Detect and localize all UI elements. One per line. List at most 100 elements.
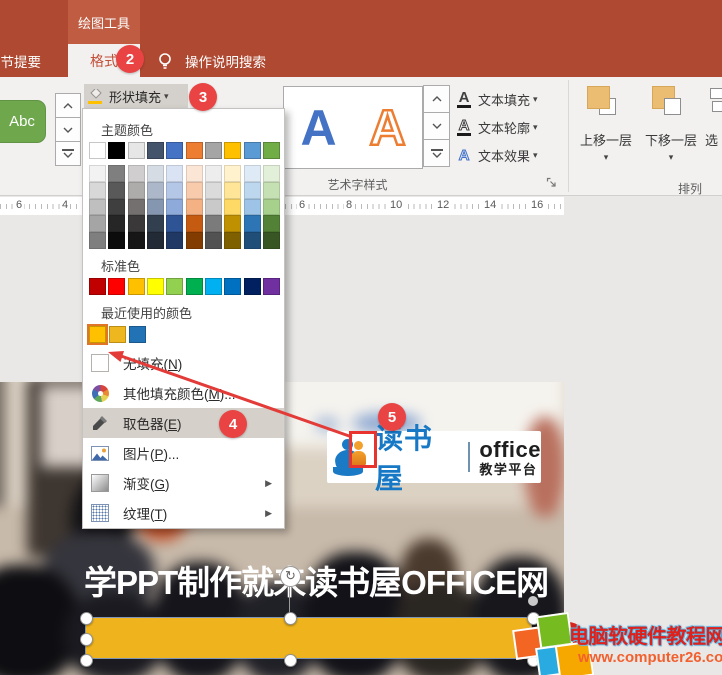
color-swatch[interactable] (89, 215, 106, 232)
color-swatch[interactable] (108, 232, 125, 249)
color-swatch[interactable] (263, 232, 280, 249)
color-swatch[interactable] (108, 142, 125, 159)
color-swatch[interactable] (128, 278, 145, 295)
color-swatch[interactable] (263, 199, 280, 216)
color-swatch[interactable] (166, 278, 183, 295)
color-swatch[interactable] (128, 182, 145, 199)
color-swatch[interactable] (186, 232, 203, 249)
color-swatch[interactable] (263, 182, 280, 199)
menu-item-more-fill-colors[interactable]: 其他填充颜色(M)... (83, 378, 284, 408)
color-swatch[interactable] (89, 165, 106, 182)
text-outline-button[interactable]: A 文本轮廓 ▾ (455, 114, 538, 141)
resize-handle-top-left[interactable] (80, 612, 93, 625)
wordart-style-blue[interactable]: A (300, 99, 336, 157)
wordart-dialog-launcher-icon[interactable] (546, 177, 557, 188)
color-swatch[interactable] (244, 182, 261, 199)
color-swatch[interactable] (224, 182, 241, 199)
color-swatch[interactable] (89, 232, 106, 249)
color-swatch[interactable] (244, 142, 261, 159)
color-swatch[interactable] (186, 142, 203, 159)
color-swatch[interactable] (147, 199, 164, 216)
color-swatch[interactable] (147, 182, 164, 199)
color-swatch[interactable] (166, 142, 183, 159)
color-swatch[interactable] (224, 142, 241, 159)
menu-item-texture[interactable]: 纹理(T) ▶ (83, 498, 284, 528)
color-swatch[interactable] (186, 182, 203, 199)
resize-handle-mid-left[interactable] (80, 633, 93, 646)
color-swatch[interactable] (89, 182, 106, 199)
color-swatch[interactable] (108, 278, 125, 295)
color-swatch[interactable] (89, 142, 106, 159)
color-swatch[interactable] (244, 278, 261, 295)
color-swatch[interactable] (186, 215, 203, 232)
shape-fill-button[interactable]: 形状填充 ▾ (84, 84, 188, 108)
tell-me-search[interactable]: 操作说明搜索 (185, 44, 266, 77)
color-swatch[interactable] (224, 215, 241, 232)
color-swatch[interactable] (224, 278, 241, 295)
color-swatch[interactable] (108, 199, 125, 216)
resize-handle-bottom-center[interactable] (284, 654, 297, 667)
scroll-down-button[interactable] (55, 117, 81, 142)
color-swatch[interactable] (205, 199, 222, 216)
color-swatch[interactable] (129, 326, 146, 343)
color-swatch[interactable] (244, 165, 261, 182)
color-swatch[interactable] (205, 182, 222, 199)
color-swatch[interactable] (205, 278, 222, 295)
text-effects-button[interactable]: A 文本效果 ▾ (455, 142, 538, 169)
color-swatch[interactable] (205, 142, 222, 159)
text-fill-button[interactable]: A 文本填充 ▾ (455, 86, 538, 113)
color-swatch[interactable] (263, 215, 280, 232)
resize-handle-top-center[interactable] (284, 612, 297, 625)
color-swatch[interactable] (224, 199, 241, 216)
color-swatch[interactable] (224, 232, 241, 249)
color-swatch[interactable] (263, 142, 280, 159)
tab-storyboard[interactable]: 情节提要 (0, 44, 41, 77)
wordart-gallery[interactable]: A A (283, 86, 423, 169)
color-swatch[interactable] (186, 278, 203, 295)
color-swatch[interactable] (128, 199, 145, 216)
color-swatch[interactable] (205, 215, 222, 232)
selected-yellow-shape[interactable] (85, 617, 532, 659)
color-swatch[interactable] (263, 278, 280, 295)
color-swatch[interactable] (108, 215, 125, 232)
wordart-style-orange[interactable]: A (369, 99, 405, 157)
color-swatch[interactable] (147, 165, 164, 182)
menu-item-no-fill[interactable]: 无填充(N) (83, 348, 284, 378)
color-swatch[interactable] (108, 165, 125, 182)
selection-pane-label[interactable]: 选 (705, 130, 718, 149)
color-swatch[interactable] (186, 199, 203, 216)
color-swatch[interactable] (89, 326, 106, 343)
color-swatch[interactable] (147, 232, 164, 249)
color-swatch[interactable] (128, 142, 145, 159)
gallery-more-button[interactable] (55, 141, 81, 166)
watermark-url[interactable]: www.computer26.com (578, 649, 722, 666)
color-swatch[interactable] (128, 165, 145, 182)
color-swatch[interactable] (128, 232, 145, 249)
rotation-handle[interactable]: ↻ (280, 566, 301, 587)
color-swatch[interactable] (263, 165, 280, 182)
send-backward-button[interactable]: 下移一层 ▾ (652, 86, 690, 124)
color-swatch[interactable] (147, 142, 164, 159)
color-swatch[interactable] (186, 165, 203, 182)
color-swatch[interactable] (244, 232, 261, 249)
color-swatch[interactable] (89, 278, 106, 295)
color-swatch[interactable] (244, 215, 261, 232)
color-swatch[interactable] (128, 215, 145, 232)
color-swatch[interactable] (108, 182, 125, 199)
color-swatch[interactable] (166, 165, 183, 182)
color-swatch[interactable] (166, 199, 183, 216)
scroll-up-button[interactable] (423, 85, 450, 113)
resize-handle-bottom-left[interactable] (80, 654, 93, 667)
color-swatch[interactable] (166, 182, 183, 199)
bring-forward-button[interactable]: 上移一层 ▾ (587, 86, 625, 124)
color-swatch[interactable] (89, 199, 106, 216)
color-swatch[interactable] (147, 278, 164, 295)
color-swatch[interactable] (205, 232, 222, 249)
gallery-more-button[interactable] (423, 139, 450, 167)
menu-item-gradient[interactable]: 渐变(G) ▶ (83, 468, 284, 498)
color-swatch[interactable] (166, 215, 183, 232)
color-swatch[interactable] (244, 199, 261, 216)
color-swatch[interactable] (224, 165, 241, 182)
color-swatch[interactable] (205, 165, 222, 182)
menu-item-eyedropper[interactable]: 取色器(E) (83, 408, 284, 438)
